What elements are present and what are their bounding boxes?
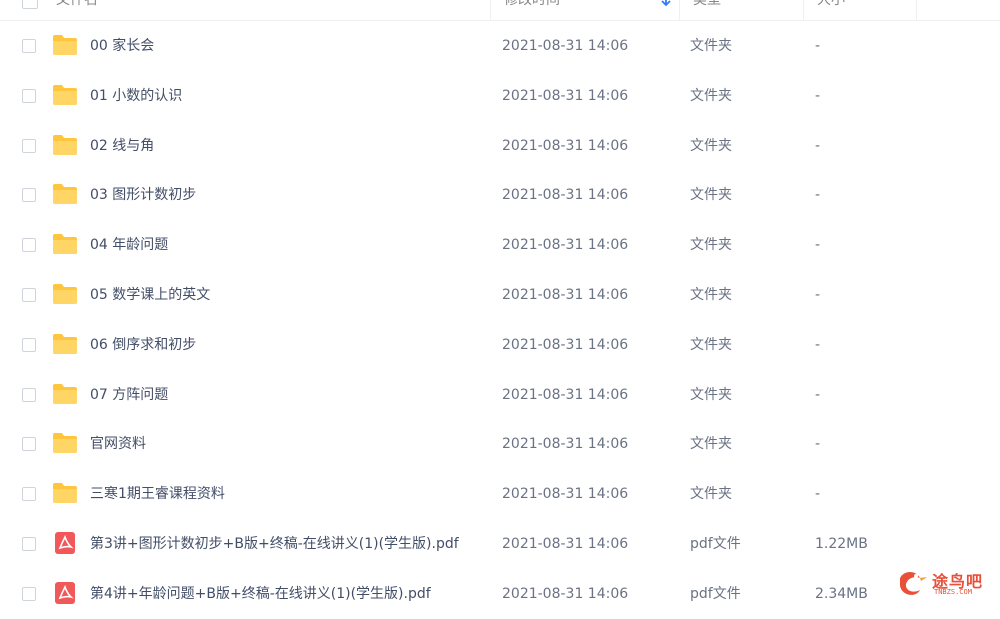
file-name[interactable]: 02 线与角 [90, 121, 154, 171]
pdf-icon [52, 581, 78, 604]
file-size: - [815, 38, 821, 54]
file-row[interactable]: 06 倒序求和初步 2021-08-31 14:06 文件夹 - [0, 320, 1000, 370]
file-row[interactable]: 05 数学课上的英文 2021-08-31 14:06 文件夹 - [0, 270, 1000, 320]
row-checkbox[interactable] [22, 387, 36, 402]
file-modified-time: 2021-08-31 14:06 [502, 386, 629, 403]
file-name[interactable]: 06 倒序求和初步 [90, 320, 196, 370]
folder-icon [52, 383, 78, 405]
file-name[interactable]: 第4讲+年龄问题+B版+终稿-在线讲义(1)(学生版).pdf [90, 569, 431, 619]
file-name[interactable]: 05 数学课上的英文 [90, 270, 210, 320]
column-header-time[interactable]: 修改时间 [490, 0, 680, 20]
file-modified-time: 2021-08-31 14:06 [502, 237, 629, 254]
row-checkbox[interactable] [22, 537, 36, 551]
file-name[interactable]: 00 家长会 [90, 21, 154, 71]
file-modified-time: 2021-08-31 14:06 [502, 187, 629, 204]
file-row[interactable]: 三寒1期王睿课程资料 2021-08-31 14:06 文件夹 - [0, 469, 1000, 519]
folder-icon [52, 134, 78, 156]
file-type: pdf文件 [690, 585, 741, 602]
column-header-size-label: 大小 [817, 0, 845, 8]
column-header-size[interactable]: 大小 [803, 0, 917, 20]
file-type: 文件夹 [690, 436, 732, 453]
file-modified-time: 2021-08-31 14:06 [502, 336, 629, 353]
file-modified-time: 2021-08-31 14:06 [502, 38, 629, 54]
row-checkbox[interactable] [22, 238, 36, 253]
file-row[interactable]: 第3讲+图形计数初步+B版+终稿-在线讲义(1)(学生版).pdf 2021-08… [0, 519, 1000, 569]
column-header-time-label: 修改时间 [504, 0, 560, 8]
file-name[interactable]: 第3讲+图形计数初步+B版+终稿-在线讲义(1)(学生版).pdf [90, 519, 459, 569]
file-type: 文件夹 [690, 336, 732, 353]
file-modified-time: 2021-08-31 14:06 [502, 87, 629, 104]
file-row[interactable]: 官网资料 2021-08-31 14:06 文件夹 - [0, 419, 1000, 469]
file-name[interactable]: 03 图形计数初步 [90, 170, 196, 220]
folder-icon [52, 183, 78, 205]
folder-icon [52, 333, 78, 355]
file-modified-time: 2021-08-31 14:06 [502, 436, 629, 453]
file-size: 1.22MB [815, 536, 868, 552]
file-list-header: 文件名 修改时间 类型 大小 [0, 0, 1000, 21]
file-name[interactable]: 三寒1期王睿课程资料 [90, 469, 225, 519]
file-size: - [815, 336, 821, 353]
file-type: 文件夹 [690, 237, 732, 254]
file-type: 文件夹 [690, 486, 732, 503]
row-checkbox[interactable] [22, 188, 36, 203]
column-header-name[interactable]: 文件名 [0, 0, 491, 20]
file-size: - [815, 386, 821, 403]
folder-icon [52, 432, 78, 454]
file-size: - [815, 486, 821, 503]
file-row[interactable]: 02 线与角 2021-08-31 14:06 文件夹 - [0, 121, 1000, 171]
row-checkbox[interactable] [22, 288, 36, 302]
file-modified-time: 2021-08-31 14:06 [502, 287, 629, 303]
row-checkbox[interactable] [22, 88, 36, 103]
file-size: - [815, 187, 821, 204]
select-all-checkbox[interactable] [22, 0, 38, 9]
file-name[interactable]: 07 方阵问题 [90, 370, 168, 420]
column-header-type[interactable]: 类型 [679, 0, 804, 20]
file-size: - [815, 287, 821, 303]
file-size: - [815, 436, 821, 453]
sort-desc-icon[interactable] [661, 0, 671, 7]
file-row[interactable]: 01 小数的认识 2021-08-31 14:06 文件夹 - [0, 71, 1000, 121]
file-name[interactable]: 官网资料 [90, 419, 146, 469]
file-type: pdf文件 [690, 536, 741, 552]
file-type: 文件夹 [690, 386, 732, 403]
bird-logo-icon [900, 572, 927, 595]
file-name[interactable]: 04 年龄问题 [90, 220, 168, 270]
row-checkbox[interactable] [22, 487, 36, 502]
file-type: 文件夹 [690, 287, 732, 303]
file-type: 文件夹 [690, 187, 732, 204]
file-modified-time: 2021-08-31 14:06 [502, 536, 629, 552]
row-checkbox[interactable] [22, 138, 36, 153]
file-row[interactable]: 07 方阵问题 2021-08-31 14:06 文件夹 - [0, 370, 1000, 420]
folder-icon [52, 34, 78, 56]
watermark: 途鸟吧 TNBZS.COM [896, 566, 996, 602]
file-modified-time: 2021-08-31 14:06 [502, 137, 629, 154]
row-checkbox[interactable] [22, 437, 36, 452]
file-size: - [815, 87, 821, 104]
file-type: 文件夹 [690, 87, 732, 104]
file-size: - [815, 237, 821, 254]
file-type: 文件夹 [690, 38, 732, 54]
pdf-icon [52, 532, 78, 554]
file-size: - [815, 137, 821, 154]
file-row[interactable]: 03 图形计数初步 2021-08-31 14:06 文件夹 - [0, 170, 1000, 220]
row-checkbox[interactable] [22, 586, 36, 601]
file-row[interactable]: 00 家长会 2021-08-31 14:06 文件夹 - [0, 21, 1000, 71]
row-checkbox[interactable] [22, 39, 36, 53]
column-header-type-label: 类型 [693, 0, 721, 8]
file-name[interactable]: 01 小数的认识 [90, 71, 182, 121]
folder-icon [52, 84, 78, 106]
folder-icon [52, 233, 78, 255]
file-row[interactable]: 04 年龄问题 2021-08-31 14:06 文件夹 - [0, 220, 1000, 270]
file-modified-time: 2021-08-31 14:06 [502, 486, 629, 503]
folder-icon [52, 283, 78, 305]
column-header-name-label: 文件名 [56, 0, 98, 8]
file-size: 2.34MB [815, 585, 868, 602]
row-checkbox[interactable] [22, 337, 36, 352]
folder-icon [52, 482, 78, 504]
file-modified-time: 2021-08-31 14:06 [502, 585, 629, 602]
watermark-subtext: TNBZS.COM [934, 588, 972, 596]
file-row[interactable]: 第4讲+年龄问题+B版+终稿-在线讲义(1)(学生版).pdf 2021-08-3… [0, 569, 1000, 619]
file-type: 文件夹 [690, 137, 732, 154]
